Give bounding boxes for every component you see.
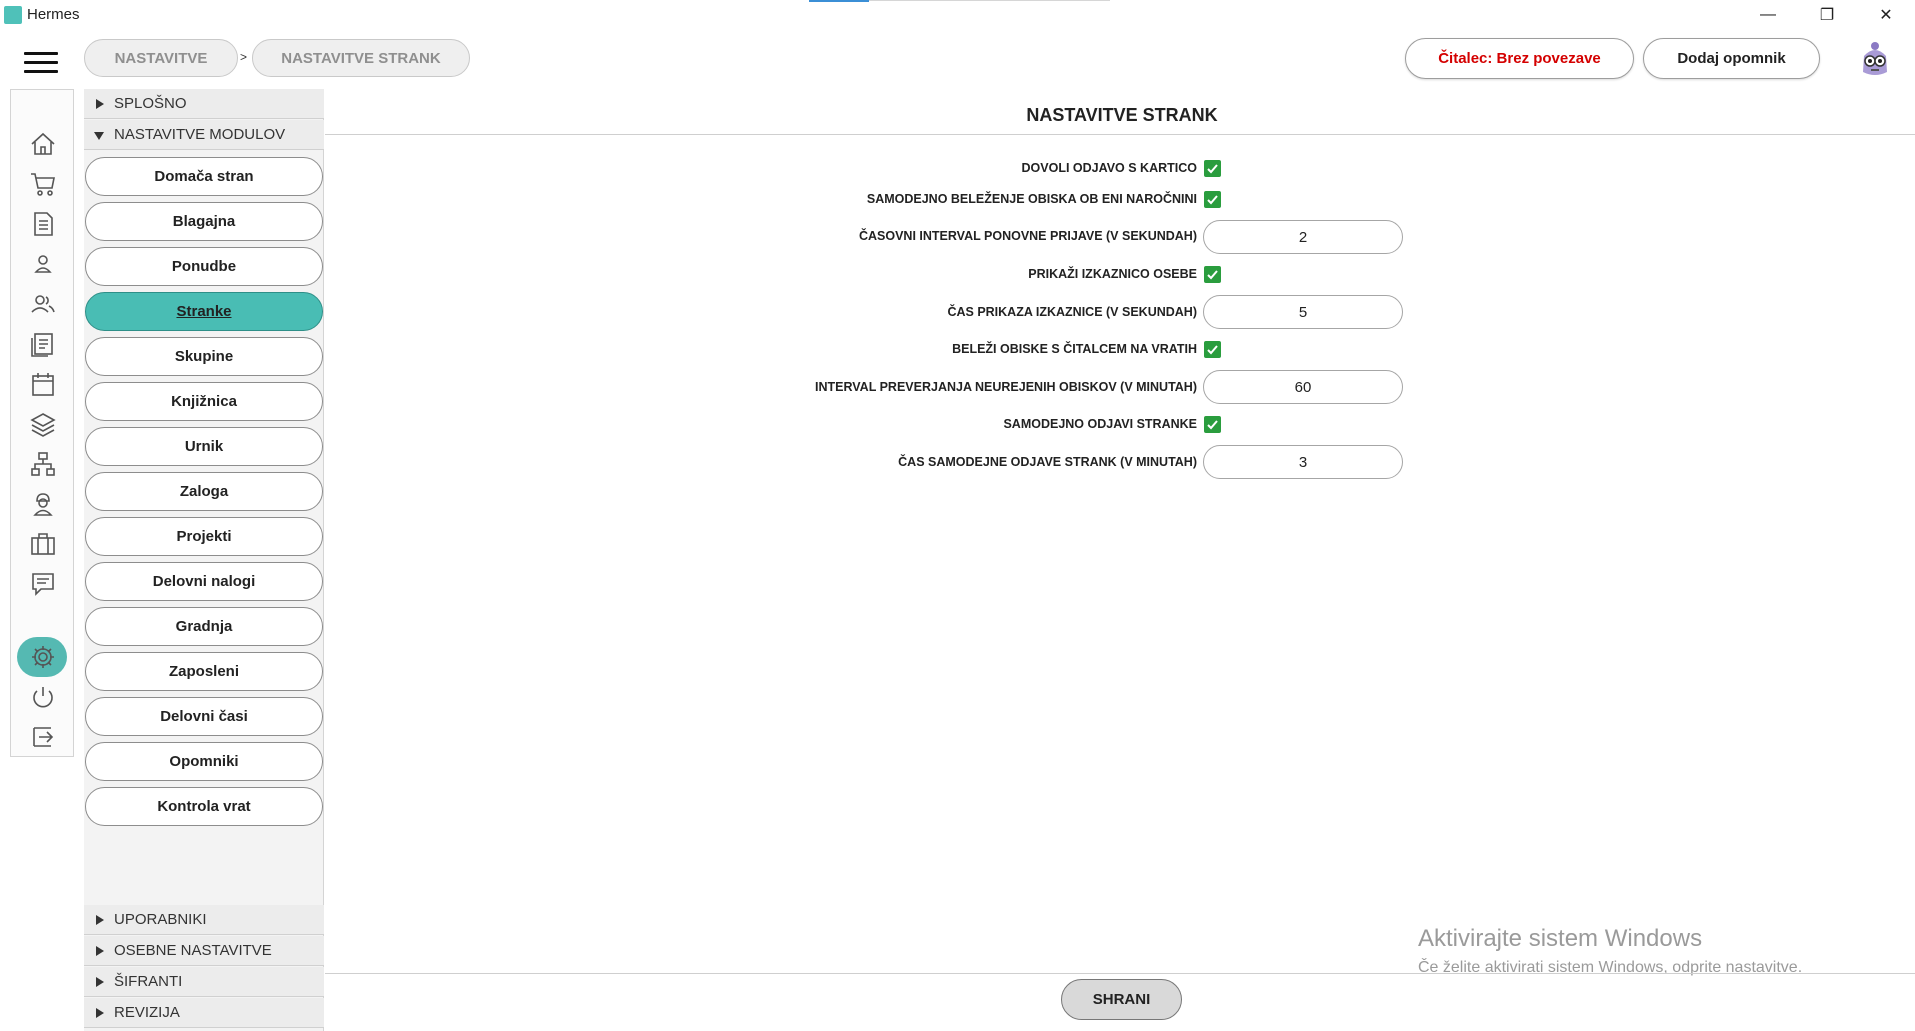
module-stock[interactable]: Zaloga [85,472,323,511]
module-door-control[interactable]: Kontrola vrat [85,787,323,826]
field-label-card-logout: DOVOLI ODJAVO S KARTICO [1021,161,1197,175]
section-label: ŠIFRANTI [114,973,183,990]
module-work-times[interactable]: Delovni časi [85,697,323,736]
section-label: OSEBNE NASTAVITVE [114,942,272,959]
field-label-auto-logout-time: ČAS SAMODEJNE ODJAVE STRANK (V MINUTAH) [898,455,1197,469]
add-reminder-button[interactable]: Dodaj opomnik [1643,38,1820,79]
module-library[interactable]: Knjižnica [85,382,323,421]
checkbox-card-logout[interactable] [1204,160,1221,177]
close-button[interactable]: ✕ [1857,0,1915,30]
module-projects[interactable]: Projekti [85,517,323,556]
title-divider [325,134,1915,135]
home-icon[interactable] [27,128,59,160]
windows-activation-title: Aktivirajte sistem Windows [1418,925,1703,952]
power-icon[interactable] [27,681,59,713]
page-title: NASTAVITVE STRANK [1026,105,1218,125]
logout-icon[interactable] [27,721,59,753]
breadcrumb-settings[interactable]: NASTAVITVE [84,39,238,77]
checkbox-show-card[interactable] [1204,266,1221,283]
module-construction[interactable]: Gradnja [85,607,323,646]
expand-triangle-icon [96,1008,104,1018]
hamburger-menu-icon[interactable] [24,52,58,74]
assistant-robot-icon[interactable] [1857,38,1893,80]
checkbox-auto-logout[interactable] [1204,416,1221,433]
expand-triangle-icon [96,915,104,925]
section-label: UPORABNIKI [114,911,207,928]
module-schedule[interactable]: Urnik [85,427,323,466]
collapse-triangle-icon [94,132,104,140]
windows-activation-text: Če želite aktivirati sistem Windows, odp… [1418,959,1803,976]
person-icon[interactable] [27,248,59,280]
cart-icon[interactable] [27,168,59,200]
auto-logout-time-input[interactable] [1203,445,1403,479]
field-label-door-reader: BELEŽI OBISKE S ČITALCEM NA VRATIH [952,342,1197,356]
module-employees[interactable]: Zaposleni [85,652,323,691]
section-audit[interactable]: REVIZIJA [84,998,324,1028]
document-icon[interactable] [27,208,59,240]
field-label-auto-logout: SAMODEJNO ODJAVI STRANKE [1003,417,1197,431]
section-personal-settings[interactable]: OSEBNE NASTAVITVE [84,936,324,966]
title-bar-line [869,0,1110,1]
field-label-check-interval: INTERVAL PREVERJANJA NEUREJENIH OBISKOV … [815,380,1197,394]
save-button[interactable]: SHRANI [1061,979,1182,1020]
section-general[interactable]: SPLOŠNO [84,89,324,119]
breadcrumb-page-settings[interactable]: NASTAVITVE STRANK [252,39,470,77]
breadcrumb-separator: > [240,50,248,64]
section-users[interactable]: UPORABNIKI [84,905,324,935]
check-interval-input[interactable] [1203,370,1403,404]
card-display-time-input[interactable] [1203,295,1403,329]
gear-icon[interactable] [27,641,59,673]
relogin-interval-input[interactable] [1203,220,1403,254]
icon-rail [10,89,74,757]
section-label: SPLOŠNO [114,95,187,112]
section-module-settings[interactable]: NASTAVITVE MODULOV [84,120,324,150]
section-label: REVIZIJA [114,1004,180,1021]
footer-divider [325,973,1915,974]
articles-icon[interactable] [27,328,59,360]
module-reminders[interactable]: Opomniki [85,742,323,781]
checkbox-auto-visit[interactable] [1204,191,1221,208]
module-work-orders[interactable]: Delovni nalogi [85,562,323,601]
field-label-relogin-interval: ČASOVNI INTERVAL PONOVNE PRIJAVE (V SEKU… [858,229,1197,243]
module-register[interactable]: Blagajna [85,202,323,241]
expand-triangle-icon [96,946,104,956]
checkbox-door-reader[interactable] [1204,341,1221,358]
app-logo-icon [4,6,22,24]
module-clients[interactable]: Stranke [85,292,323,331]
module-groups[interactable]: Skupine [85,337,323,376]
window-title: Hermes [27,6,80,23]
settings-tree: SPLOŠNO NASTAVITVE MODULOV Domača stran … [84,89,324,1031]
reader-status-button[interactable]: Čitalec: Brez povezave [1405,38,1634,79]
briefcase-icon[interactable] [27,528,59,560]
section-label: NASTAVITVE MODULOV [114,126,286,143]
title-bar: Hermes — ❐ ✕ [0,0,1915,30]
field-label-auto-visit: SAMODEJNO BELEŽENJE OBISKA OB ENI NAROČN… [866,192,1197,206]
chat-icon[interactable] [27,568,59,600]
expand-triangle-icon [96,977,104,987]
worker-icon[interactable] [27,488,59,520]
calendar-icon[interactable] [27,368,59,400]
field-label-card-display-time: ČAS PRIKAZA IZKAZNICE (V SEKUNDAH) [947,305,1197,319]
title-bar-accent [809,0,869,2]
module-offers[interactable]: Ponudbe [85,247,323,286]
module-home-page[interactable]: Domača stran [85,157,323,196]
network-icon[interactable] [27,448,59,480]
expand-triangle-icon [96,99,104,109]
field-label-show-card: PRIKAŽI IZKAZNICO OSEBE [1028,267,1197,281]
people-icon[interactable] [27,288,59,320]
section-code-lists[interactable]: ŠIFRANTI [84,967,324,997]
minimize-button[interactable]: — [1739,0,1797,30]
maximize-button[interactable]: ❐ [1798,0,1856,30]
layers-icon[interactable] [27,408,59,440]
